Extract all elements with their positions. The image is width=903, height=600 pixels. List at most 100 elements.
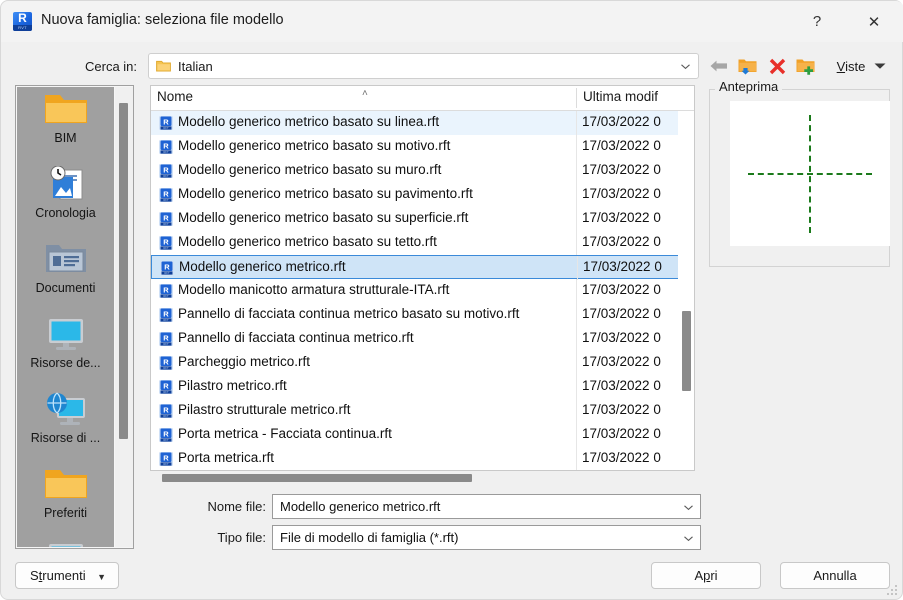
svg-text:R: R <box>163 141 169 150</box>
svg-text:RFT: RFT <box>163 222 169 226</box>
rft-file-icon: RRFT <box>158 331 174 347</box>
rft-file-icon: RRFT <box>159 380 173 394</box>
places-scrollbar[interactable] <box>115 87 133 547</box>
file-list-hscrollbar-thumb[interactable] <box>162 474 472 482</box>
cancel-button[interactable]: Annulla <box>780 562 890 589</box>
file-name-cell: Modello generico metrico basato su linea… <box>178 114 440 129</box>
file-date-cell: 17/03/2022 0 <box>582 426 661 441</box>
table-row[interactable]: R RFT Pilastro metrico.rft 17/03/2022 0 <box>151 375 694 399</box>
table-row[interactable]: R RFT Modello generico metrico basato su m… <box>151 135 694 159</box>
rft-file-icon: RRFT <box>159 332 173 346</box>
up-one-level-button[interactable] <box>735 53 759 79</box>
table-row[interactable]: R RFT Pannello di facciata continua metric… <box>151 327 694 351</box>
resize-grip-icon[interactable] <box>887 585 898 596</box>
place-item-bim[interactable]: BIM <box>17 87 114 162</box>
look-in-combobox[interactable]: Italian <box>148 53 699 79</box>
folder-icon <box>44 462 88 506</box>
chevron-down-icon[interactable] <box>683 502 694 513</box>
back-button[interactable] <box>707 53 731 79</box>
svg-text:R: R <box>163 165 169 174</box>
open-button-label: Apri <box>694 568 718 583</box>
file-type-select[interactable]: File di modello di famiglia (*.rft) <box>272 525 701 550</box>
table-row[interactable]: R RFT Modello generico metrico basato su s… <box>151 207 694 231</box>
chevron-down-icon[interactable] <box>683 533 694 544</box>
new-folder-button[interactable] <box>793 53 817 79</box>
rft-file-icon: RRFT <box>158 307 174 323</box>
svg-text:RFT: RFT <box>164 271 170 275</box>
rft-file-icon: RRFT <box>160 261 174 275</box>
file-name-cell: Modello generico metrico basato su pavim… <box>178 186 473 201</box>
svg-text:R: R <box>163 381 169 390</box>
tools-button-label: Strumenti <box>30 568 86 583</box>
file-name-input[interactable]: Modello generico metrico.rft <box>272 494 701 519</box>
look-in-label: Cerca in: <box>85 59 138 74</box>
revit-rft-icon: R RVT <box>13 12 32 31</box>
rft-file-icon: RRFT <box>158 187 174 203</box>
file-name-cell: Modello generico metrico basato su tetto… <box>178 234 437 249</box>
tools-button[interactable]: Strumenti ▼ <box>15 562 119 589</box>
file-list-scrollbar-thumb[interactable] <box>682 311 691 391</box>
places-bar: BIM Cronologia Documenti Risorse de... Risor… <box>15 85 134 549</box>
views-dropdown-arrow[interactable] <box>869 53 891 79</box>
rft-file-icon: RRFT <box>159 140 173 154</box>
places-scrollbar-thumb[interactable] <box>119 103 128 439</box>
place-item-label: Documenti <box>35 281 96 295</box>
file-date-cell: 17/03/2022 0 <box>582 306 661 321</box>
folder-icon <box>44 470 87 498</box>
column-header-name[interactable]: Nome <box>157 89 193 104</box>
file-name-cell: Modello generico metrico basato su muro.… <box>178 162 442 177</box>
cell-divider <box>576 111 577 135</box>
file-list-horizontal-scrollbar[interactable] <box>150 472 695 484</box>
svg-text:R: R <box>163 213 169 222</box>
table-row[interactable]: R RFT Modello generico metrico basato su m… <box>151 159 694 183</box>
open-button[interactable]: Apri <box>651 562 761 589</box>
place-item-documenti[interactable]: Documenti <box>17 237 114 312</box>
preview-label: Anteprima <box>715 79 783 94</box>
place-item-partial[interactable] <box>17 537 114 547</box>
rft-file-icon: RRFT <box>159 260 175 276</box>
file-name-cell: Porta metrica - Facciata continua.rft <box>178 426 392 441</box>
file-date-cell: 17/03/2022 0 <box>582 450 661 465</box>
place-item-risorse-di[interactable]: Risorse di ... <box>17 387 114 462</box>
place-item-label: Risorse di ... <box>30 431 101 445</box>
rft-file-icon: RRFT <box>159 284 173 298</box>
svg-text:RFT: RFT <box>163 438 169 442</box>
chevron-down-icon <box>874 63 886 69</box>
up-one-level-folder-icon <box>738 59 756 74</box>
rft-file-icon: RRFT <box>158 427 174 443</box>
table-row[interactable]: R RFT Modello generico metrico basato su t… <box>151 231 694 255</box>
file-list-rows: R RFT Modello generico metrico basato su l… <box>151 111 694 470</box>
table-row[interactable]: R RFT Porta metrica - Facciata continua.rf… <box>151 423 694 447</box>
svg-text:R: R <box>163 453 169 462</box>
place-item-cronologia[interactable]: Cronologia <box>17 162 114 237</box>
cell-divider <box>576 231 577 255</box>
file-date-cell: 17/03/2022 0 <box>582 114 661 129</box>
file-date-cell: 17/03/2022 0 <box>582 138 661 153</box>
table-row[interactable]: R RFT Pilastro strutturale metrico.rft 17/0… <box>151 399 694 423</box>
preview-image <box>730 101 890 246</box>
table-row[interactable]: R RFT Parcheggio metrico.rft 17/03/2022 0 <box>151 351 694 375</box>
file-list-vertical-scrollbar[interactable] <box>678 111 694 470</box>
delete-button[interactable] <box>765 53 789 79</box>
help-button[interactable]: ? <box>794 1 840 42</box>
place-item-preferiti[interactable]: Preferiti <box>17 462 114 537</box>
table-row[interactable]: R RFT Modello generico metrico.rft 17/03/20… <box>151 255 694 280</box>
file-date-cell: 17/03/2022 0 <box>582 282 661 297</box>
close-button[interactable]: ✕ <box>851 1 897 42</box>
rft-file-icon: RRFT <box>159 236 173 250</box>
table-row[interactable]: R RFT Porta metrica.rft 17/03/2022 0 <box>151 447 694 470</box>
table-row[interactable]: R RFT Modello generico metrico basato su p… <box>151 183 694 207</box>
table-row[interactable]: R RFT Modello generico metrico basato su l… <box>151 111 694 135</box>
cell-divider <box>576 159 577 183</box>
place-item-label: Preferiti <box>43 506 88 520</box>
file-name-cell: Modello generico metrico basato su super… <box>178 210 469 225</box>
documents-folder-icon <box>45 245 86 272</box>
file-date-cell: 17/03/2022 0 <box>582 402 661 417</box>
table-row[interactable]: R RFT Modello manicotto armatura struttura… <box>151 279 694 303</box>
rft-file-icon: RRFT <box>159 164 173 178</box>
table-row[interactable]: R RFT Pannello di facciata continua metric… <box>151 303 694 327</box>
column-header-date[interactable]: Ultima modif <box>583 89 691 104</box>
svg-text:RFT: RFT <box>163 126 169 130</box>
rft-file-icon: RRFT <box>159 212 173 226</box>
place-item-risorse-de[interactable]: Risorse de... <box>17 312 114 387</box>
